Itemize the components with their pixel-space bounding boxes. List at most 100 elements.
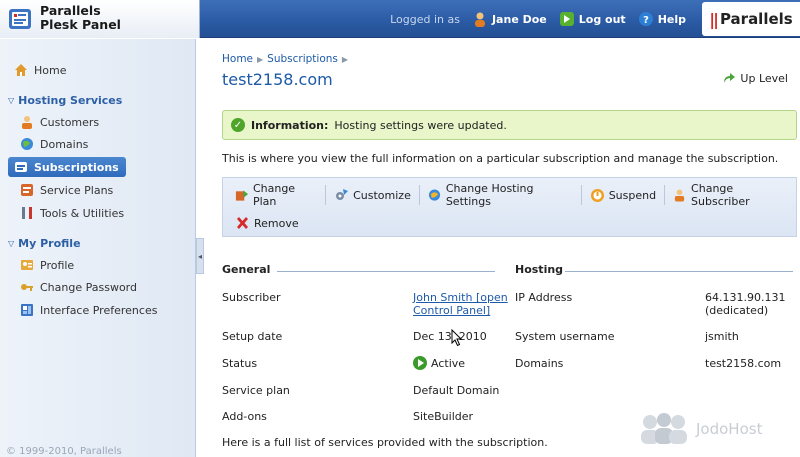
plesk-logo[interactable]: Parallels Plesk Panel bbox=[0, 0, 200, 38]
sidebar-section-label: My Profile bbox=[18, 237, 81, 250]
subscriptions-icon bbox=[15, 162, 27, 172]
sidebar-item-service-plans[interactable]: Service Plans bbox=[20, 180, 113, 200]
hosting-heading: Hosting bbox=[515, 263, 564, 276]
logout-link[interactable]: Log out bbox=[559, 11, 626, 27]
sidebar-item-tools-utilities[interactable]: Tools & Utilities bbox=[20, 203, 124, 223]
interface-preferences-icon bbox=[21, 304, 33, 316]
tools-icon bbox=[22, 207, 32, 219]
toolbar-label: Change Plan bbox=[252, 182, 296, 208]
logout-label: Log out bbox=[578, 12, 626, 26]
sidebar-item-label: Subscriptions bbox=[34, 160, 119, 174]
left-sidebar: Home ▽ Hosting Services Customers Domain… bbox=[0, 39, 196, 457]
main-content: Home ▶ Subscriptions ▶ test2158.com Up L… bbox=[205, 39, 800, 457]
toolbar-label: Change Hosting Settings bbox=[445, 182, 534, 208]
user-profile-link[interactable]: Jane Doe bbox=[472, 11, 547, 27]
svg-text:?: ? bbox=[643, 15, 649, 26]
sidebar-item-subscriptions[interactable]: Subscriptions bbox=[8, 157, 126, 177]
change-plan-icon bbox=[235, 189, 249, 201]
field-label: Setup date bbox=[222, 330, 283, 343]
logo-line1: Parallels bbox=[40, 3, 101, 18]
sidebar-item-label: Interface Preferences bbox=[40, 303, 158, 317]
field-label: Status bbox=[222, 357, 258, 370]
domains-icon bbox=[21, 138, 33, 150]
toolbar-label: Change Subscriber bbox=[691, 182, 750, 208]
success-check-icon: ✓ bbox=[231, 118, 245, 132]
field-label: System username bbox=[515, 330, 615, 343]
change-plan-button[interactable]: Change Plan bbox=[227, 182, 327, 208]
setup-date-value: Dec 13, 2010 bbox=[413, 330, 487, 343]
info-label: Information: bbox=[251, 118, 329, 132]
sidebar-section-label: Hosting Services bbox=[18, 94, 123, 107]
domains-value: test2158.com bbox=[705, 357, 782, 370]
collapse-triangle-icon: ▽ bbox=[8, 239, 15, 248]
sidebar-collapse-handle[interactable]: ◂ bbox=[196, 238, 204, 274]
status-text: Active bbox=[431, 357, 466, 370]
user-icon bbox=[474, 12, 485, 27]
status-value: Active bbox=[413, 356, 465, 370]
sidebar-section-my-profile[interactable]: ▽ My Profile bbox=[8, 237, 81, 250]
field-label: IP Address bbox=[515, 291, 573, 304]
services-note: Here is a full list of services provided… bbox=[222, 436, 548, 449]
information-message: ✓ Information: Hosting settings were upd… bbox=[222, 110, 797, 140]
sidebar-item-label: Domains bbox=[40, 137, 89, 151]
change-subscriber-button[interactable]: Change Subscriber bbox=[665, 182, 796, 208]
home-icon bbox=[15, 64, 27, 76]
change-hosting-settings-button[interactable]: Change Hosting Settings bbox=[420, 182, 582, 208]
help-icon: ? bbox=[638, 12, 653, 26]
sidebar-item-profile[interactable]: Profile bbox=[20, 255, 74, 275]
top-header: Parallels Plesk Panel Logged in as Jane … bbox=[0, 0, 800, 38]
profile-icon bbox=[21, 260, 33, 270]
sidebar-item-home[interactable]: Home bbox=[14, 60, 66, 80]
ip-address-type: (dedicated) bbox=[705, 304, 769, 317]
subscription-toolbar: Change Plan Customize Change Hosting Set… bbox=[222, 177, 797, 237]
breadcrumb-home[interactable]: Home bbox=[222, 53, 253, 65]
customize-button[interactable]: Customize bbox=[326, 185, 420, 205]
breadcrumb-separator-icon: ▶ bbox=[341, 54, 349, 64]
sidebar-item-interface-preferences[interactable]: Interface Preferences bbox=[20, 300, 157, 320]
sidebar-item-change-password[interactable]: Change Password bbox=[20, 277, 137, 297]
toolbar-label: Remove bbox=[254, 216, 299, 230]
info-text: Hosting settings were updated. bbox=[334, 118, 507, 132]
watermark-text: JodoHost bbox=[696, 420, 763, 438]
change-subscriber-icon bbox=[674, 188, 685, 202]
parallels-brand-logo[interactable]: || Parallels bbox=[702, 2, 800, 36]
service-plans-icon bbox=[21, 184, 33, 196]
brand-text: Parallels bbox=[719, 10, 793, 28]
up-level-link[interactable]: Up Level bbox=[722, 71, 788, 85]
help-link[interactable]: ? Help bbox=[638, 11, 686, 27]
system-username-value: jsmith bbox=[705, 330, 739, 343]
customize-icon bbox=[336, 188, 349, 200]
mouse-cursor-icon bbox=[451, 329, 463, 347]
sidebar-item-domains[interactable]: Domains bbox=[20, 134, 88, 154]
remove-x-icon bbox=[237, 216, 248, 229]
field-label: Domains bbox=[515, 357, 564, 370]
toolbar-label: Suspend bbox=[608, 188, 657, 202]
breadcrumb-subscriptions[interactable]: Subscriptions bbox=[267, 53, 338, 65]
key-icon bbox=[21, 284, 33, 291]
field-label: Service plan bbox=[222, 384, 290, 397]
sidebar-home-label: Home bbox=[34, 63, 67, 77]
collapse-triangle-icon: ▽ bbox=[8, 96, 15, 105]
breadcrumb-separator-icon: ▶ bbox=[257, 54, 264, 64]
subscriber-value[interactable]: John Smith [open Control Panel] bbox=[413, 291, 508, 317]
active-status-icon bbox=[413, 356, 427, 370]
sidebar-item-label: Change Password bbox=[40, 280, 137, 294]
field-label: Subscriber bbox=[222, 291, 281, 304]
page-description: This is where you view the full informat… bbox=[222, 152, 779, 165]
logout-icon bbox=[559, 12, 574, 26]
help-label: Help bbox=[657, 12, 686, 26]
logo-line2: Plesk Panel bbox=[40, 17, 121, 32]
toolbar-label: Customize bbox=[353, 188, 411, 202]
remove-button[interactable]: Remove bbox=[227, 213, 307, 233]
user-name: Jane Doe bbox=[491, 12, 547, 26]
ip-address-value: 64.131.90.131 (dedicated) bbox=[705, 291, 785, 317]
logged-in-label: Logged in as bbox=[390, 12, 460, 26]
suspend-icon bbox=[590, 188, 604, 202]
watermark-people-icon bbox=[641, 413, 687, 444]
subscriber-link-line1[interactable]: John Smith [open bbox=[413, 291, 508, 304]
suspend-button[interactable]: Suspend bbox=[582, 185, 666, 205]
sidebar-item-customers[interactable]: Customers bbox=[20, 112, 99, 132]
sidebar-section-hosting-services[interactable]: ▽ Hosting Services bbox=[8, 94, 122, 107]
subscriber-link-line2[interactable]: Control Panel] bbox=[413, 304, 508, 317]
up-level-arrow-icon bbox=[724, 73, 736, 83]
